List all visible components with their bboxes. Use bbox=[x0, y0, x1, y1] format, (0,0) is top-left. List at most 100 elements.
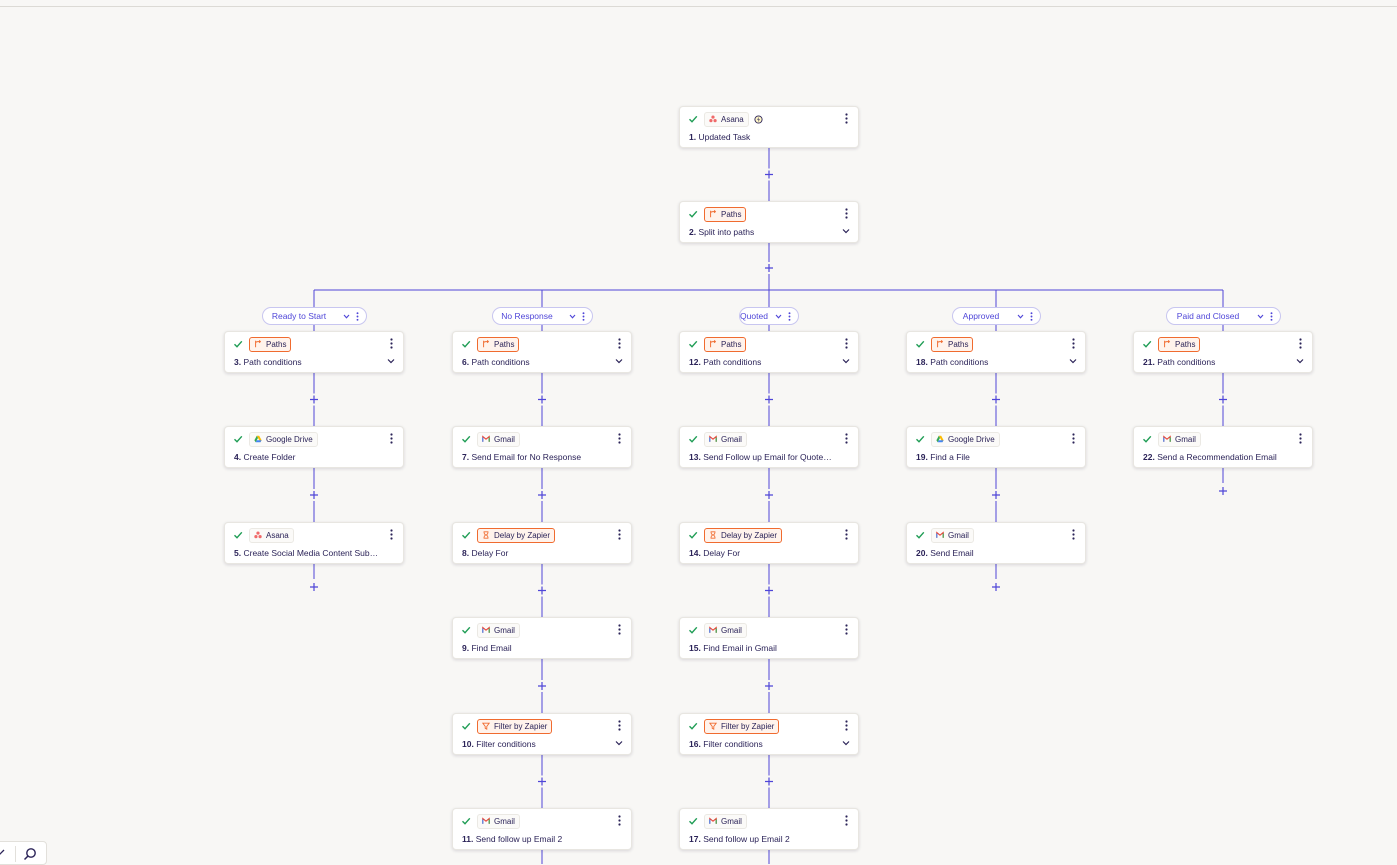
link-icon[interactable] bbox=[0, 848, 7, 858]
more-options-icon[interactable] bbox=[845, 624, 848, 635]
chevron-down-icon[interactable] bbox=[343, 314, 350, 319]
add-step-button[interactable] bbox=[763, 168, 775, 181]
more-options-icon[interactable] bbox=[845, 113, 848, 124]
add-step-button[interactable] bbox=[763, 680, 775, 692]
more-options-icon[interactable] bbox=[618, 338, 621, 349]
path-options-icon[interactable] bbox=[582, 312, 585, 321]
path-label[interactable]: No Response bbox=[491, 307, 593, 325]
step-card[interactable]: Paths 2. Split into paths bbox=[679, 201, 859, 243]
check-icon bbox=[462, 435, 471, 443]
more-options-icon[interactable] bbox=[845, 433, 848, 444]
more-options-icon[interactable] bbox=[1072, 338, 1075, 349]
add-step-button[interactable] bbox=[308, 393, 320, 406]
more-options-icon[interactable] bbox=[618, 529, 621, 540]
path-options-icon[interactable] bbox=[356, 312, 359, 321]
more-options-icon[interactable] bbox=[845, 529, 848, 540]
add-step-button[interactable] bbox=[308, 581, 320, 593]
step-card[interactable]: Gmail 11. Send follow up Email 2 bbox=[452, 808, 632, 850]
step-name: Create Social Media Content Subtask bbox=[243, 548, 380, 558]
path-name: No Response bbox=[501, 311, 553, 321]
step-name: Send a Recommendation Email bbox=[1157, 452, 1277, 462]
add-step-button[interactable] bbox=[536, 680, 548, 692]
step-number: 18. bbox=[916, 357, 928, 367]
more-options-icon[interactable] bbox=[618, 815, 621, 826]
step-card[interactable]: Gmail 7. Send Email for No Response bbox=[452, 426, 632, 468]
chevron-down-icon[interactable] bbox=[615, 358, 623, 364]
step-card[interactable]: Gmail 9. Find Email bbox=[452, 617, 632, 659]
more-options-icon[interactable] bbox=[618, 720, 621, 731]
path-label[interactable]: Ready to Start bbox=[261, 307, 367, 325]
add-step-button[interactable] bbox=[763, 262, 775, 274]
path-options-icon[interactable] bbox=[1030, 312, 1033, 321]
add-step-button[interactable] bbox=[536, 489, 548, 501]
add-step-button[interactable] bbox=[990, 581, 1002, 593]
chevron-down-icon[interactable] bbox=[569, 314, 576, 319]
step-title: 11. Send follow up Email 2 bbox=[462, 833, 608, 845]
search-icon[interactable] bbox=[23, 847, 37, 861]
step-card[interactable]: Asana 5. Create Social Media Content Subt… bbox=[224, 522, 404, 564]
chevron-down-icon[interactable] bbox=[1069, 358, 1077, 364]
add-step-button[interactable] bbox=[763, 775, 775, 788]
asana-icon bbox=[254, 531, 266, 539]
app-name: Gmail bbox=[1175, 434, 1196, 444]
step-card[interactable]: Paths 18. Path conditions bbox=[906, 331, 1086, 373]
step-card[interactable]: Delay by Zapier 14. Delay For bbox=[679, 522, 859, 564]
chevron-down-icon[interactable] bbox=[387, 358, 395, 364]
add-step-button[interactable] bbox=[990, 489, 1002, 501]
more-options-icon[interactable] bbox=[1072, 529, 1075, 540]
step-card[interactable]: Filter by Zapier 16. Filter conditions bbox=[679, 713, 859, 755]
chevron-down-icon[interactable] bbox=[1017, 314, 1024, 319]
more-options-icon[interactable] bbox=[390, 529, 393, 540]
google-drive-icon bbox=[254, 435, 266, 443]
chevron-down-icon[interactable] bbox=[1296, 358, 1304, 364]
more-options-icon[interactable] bbox=[390, 338, 393, 349]
step-card[interactable]: Google Drive 4. Create Folder bbox=[224, 426, 404, 468]
more-options-icon[interactable] bbox=[1299, 433, 1302, 444]
path-options-icon[interactable] bbox=[788, 312, 791, 321]
step-card[interactable]: Filter by Zapier 10. Filter conditions bbox=[452, 713, 632, 755]
step-card[interactable]: Paths 3. Path conditions bbox=[224, 331, 404, 373]
step-card[interactable]: Gmail 22. Send a Recommendation Email bbox=[1133, 426, 1313, 468]
add-step-button[interactable] bbox=[308, 489, 320, 501]
more-options-icon[interactable] bbox=[1299, 338, 1302, 349]
add-step-button[interactable] bbox=[763, 584, 775, 597]
add-step-button[interactable] bbox=[536, 393, 548, 406]
step-card[interactable]: Gmail 13. Send Follow up Email for Quoted… bbox=[679, 426, 859, 468]
add-step-button[interactable] bbox=[536, 584, 548, 597]
path-label[interactable]: Approved bbox=[951, 307, 1041, 325]
more-options-icon[interactable] bbox=[618, 624, 621, 635]
step-card[interactable]: Google Drive 19. Find a File bbox=[906, 426, 1086, 468]
more-options-icon[interactable] bbox=[845, 720, 848, 731]
chevron-down-icon[interactable] bbox=[842, 358, 850, 364]
step-card[interactable]: Asana 1. Updated Task bbox=[679, 106, 859, 148]
more-options-icon[interactable] bbox=[1072, 433, 1075, 444]
add-step-button[interactable] bbox=[1217, 393, 1229, 406]
step-card[interactable]: Gmail 15. Find Email in Gmail bbox=[679, 617, 859, 659]
add-step-button[interactable] bbox=[1217, 485, 1229, 497]
more-options-icon[interactable] bbox=[390, 433, 393, 444]
chevron-down-icon[interactable] bbox=[775, 314, 782, 319]
step-card[interactable]: Paths 6. Path conditions bbox=[452, 331, 632, 373]
chevron-down-icon[interactable] bbox=[842, 228, 850, 234]
chevron-down-icon[interactable] bbox=[842, 740, 850, 746]
add-step-button[interactable] bbox=[763, 393, 775, 406]
more-options-icon[interactable] bbox=[618, 433, 621, 444]
more-options-icon[interactable] bbox=[845, 208, 848, 219]
add-step-button[interactable] bbox=[536, 775, 548, 788]
path-options-icon[interactable] bbox=[1270, 312, 1273, 321]
step-card[interactable]: Gmail 20. Send Email bbox=[906, 522, 1086, 564]
step-card[interactable]: Paths 12. Path conditions bbox=[679, 331, 859, 373]
chevron-down-icon[interactable] bbox=[1257, 314, 1264, 319]
chevron-down-icon[interactable] bbox=[615, 740, 623, 746]
add-step-button[interactable] bbox=[763, 489, 775, 501]
step-card[interactable]: Delay by Zapier 8. Delay For bbox=[452, 522, 632, 564]
step-header: Delay by Zapier bbox=[461, 527, 556, 543]
more-options-icon[interactable] bbox=[845, 815, 848, 826]
check-icon bbox=[689, 435, 698, 443]
more-options-icon[interactable] bbox=[845, 338, 848, 349]
step-card[interactable]: Paths 21. Path conditions bbox=[1133, 331, 1313, 373]
add-step-button[interactable] bbox=[990, 393, 1002, 406]
path-label[interactable]: Quoted bbox=[739, 307, 799, 325]
step-card[interactable]: Gmail 17. Send follow up Email 2 bbox=[679, 808, 859, 850]
path-label[interactable]: Paid and Closed bbox=[1165, 307, 1281, 325]
